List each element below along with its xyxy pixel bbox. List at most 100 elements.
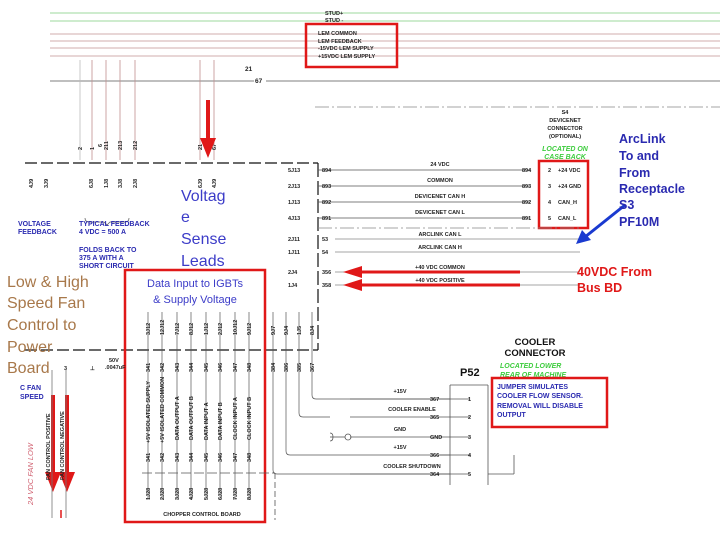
voltage-sense-annotation: Voltag e Sense Leads	[181, 188, 226, 270]
signal-label: COOLER SHUTDOWN	[383, 464, 440, 470]
wire-num: 341	[146, 453, 152, 462]
typical-feedback-note: TYPICAL FEEDBACK 4 VDC = 500 A FOLDS BAC…	[79, 221, 150, 270]
signal-label: CLOCK INPUT B	[247, 397, 253, 440]
wire-num: 341	[146, 363, 152, 372]
annotation-line: PF10M	[619, 215, 659, 229]
wire-num: 344	[189, 452, 195, 462]
wire-num: 345	[204, 363, 210, 372]
connector-label: 3J28	[175, 488, 181, 500]
capacitor-icon: ⊥	[90, 365, 95, 372]
signal-label: DATA OUTPUT A	[175, 396, 181, 440]
connector-label: 8J4	[310, 325, 316, 335]
wire-21: 21	[245, 66, 253, 73]
blue-arrow-icon	[576, 203, 626, 244]
connector-label: 4J13	[288, 216, 300, 222]
annotation-line: Speed Fan	[7, 295, 85, 312]
signal-label: +5V ISOLATED COMMON	[160, 377, 166, 443]
annotation-line: S3	[619, 198, 634, 212]
lem-common: LEM COMMON	[318, 31, 357, 37]
bus-annotation: 40VDC From Bus BD	[577, 265, 652, 295]
fan-positive-label: FAN CONTROL POSITIVE	[46, 413, 52, 480]
annotation-line: Board	[7, 360, 50, 377]
connector-label: 3J8	[118, 179, 124, 188]
annotation-line: e	[181, 209, 190, 226]
connector-label: 6J9	[198, 179, 204, 188]
connector-label: 2J28	[160, 488, 166, 500]
signal-label: COOLER ENABLE	[388, 407, 436, 413]
fan-speed-label: SPEED	[20, 394, 44, 401]
lem-plus15: +15VDC LEM SUPPLY	[318, 54, 375, 60]
cooler-location: LOCATED LOWER	[500, 363, 561, 370]
connector-label: 10J12	[233, 320, 239, 335]
annotation-line: Power	[7, 339, 53, 356]
chopper-board-label: CHOPPER CONTROL BOARD	[163, 512, 241, 518]
wire-num: 365	[430, 415, 439, 421]
note-line: JUMPER SIMULATES	[497, 384, 568, 391]
signal-label: DATA OUTPUT B	[189, 396, 195, 440]
connector-label: 1J5	[297, 326, 303, 335]
wire-num: 384	[271, 362, 277, 372]
wire-num: 894	[322, 168, 332, 174]
fan-section: C FAN SPEED 24 VDC FAN LOW FAN CONTROL P…	[20, 358, 126, 518]
fan-negative-label: FAN CONTROL NEGATIVE	[60, 411, 66, 480]
connector-label: 9J12	[247, 323, 253, 335]
connector-label: 1J11	[288, 250, 300, 256]
wire-num: 366	[430, 453, 439, 459]
fan-speed-label: C FAN	[20, 385, 41, 392]
signal-label: DEVICENET CAN L	[415, 210, 465, 216]
annotation-line: From	[619, 166, 650, 180]
connector-label: 2J11	[288, 237, 300, 243]
connector-label: 8J12	[189, 323, 195, 335]
pin-number: 4	[548, 200, 552, 206]
connector-label: 1J12	[204, 323, 210, 335]
wire-num: 211	[104, 141, 110, 150]
wire-num: 364	[430, 472, 440, 478]
note-line: 375 A WITH A	[79, 255, 124, 262]
signal-label: +15V	[394, 445, 407, 451]
wire-num: 343	[175, 453, 181, 462]
annotation-line: Receptacle	[619, 182, 685, 196]
pin-label: CAN_H	[558, 200, 577, 206]
cooler-title: CONNECTOR	[504, 348, 565, 359]
wire-num: 342	[160, 363, 166, 372]
s4-location: LOCATED ON	[542, 146, 589, 153]
connector-label: 7J12	[175, 323, 181, 335]
pin-number: 3	[548, 184, 551, 190]
wire-num: 2	[78, 147, 84, 150]
devicenet-rows: 5J13 894 24 VDC 894 2 +24 VDC 2J13 893 COMMON 893…	[288, 162, 581, 289]
top-wires	[25, 12, 720, 351]
cooler-rows: +15V 367 1 COOLER ENABLE 365 2 GND GND 3 +15V 366 4…	[350, 389, 472, 478]
connector-label: 6J8	[89, 179, 95, 188]
signal-label: ARCLINK CAN L	[418, 232, 462, 238]
pin-label: +24 VDC	[558, 168, 580, 174]
voltage-feedback-label: FEEDBACK	[18, 229, 57, 236]
pin-label: +24 GND	[558, 184, 581, 190]
wire-num: 356	[322, 270, 331, 276]
wire-num: 212	[133, 141, 139, 150]
wire-num: 892	[522, 200, 531, 206]
cooler-title: COOLER	[515, 337, 556, 348]
connector-label: 1J4	[288, 283, 298, 289]
pin-number: 2	[468, 415, 471, 421]
pin-number: 4	[468, 453, 472, 459]
pin-number: 2	[548, 168, 551, 174]
wire-num: 892	[322, 200, 331, 206]
connector-label: 9J4	[284, 325, 290, 335]
wire-num: 54	[322, 250, 329, 256]
wire-num: 343	[175, 363, 181, 372]
note-line: OUTPUT	[497, 412, 527, 419]
annotation-line: To and	[619, 149, 659, 163]
connector-label: 1J8	[104, 179, 110, 188]
pin-number: 3	[468, 435, 471, 441]
wire-num: 1	[90, 147, 96, 150]
annotation-line: Bus BD	[577, 281, 622, 295]
connector-label: 4J9	[212, 179, 218, 188]
connector-label: 12J12	[160, 320, 166, 335]
signal-label: +40 VDC COMMON	[415, 265, 465, 271]
s4-label: S4	[562, 110, 570, 116]
wire-num: 213	[118, 141, 124, 150]
wire-num: GND	[430, 435, 442, 441]
signal-label: +15V	[394, 389, 407, 395]
signal-label: DEVICENET CAN H	[415, 194, 465, 200]
note-line: FOLDS BACK TO	[79, 247, 137, 254]
